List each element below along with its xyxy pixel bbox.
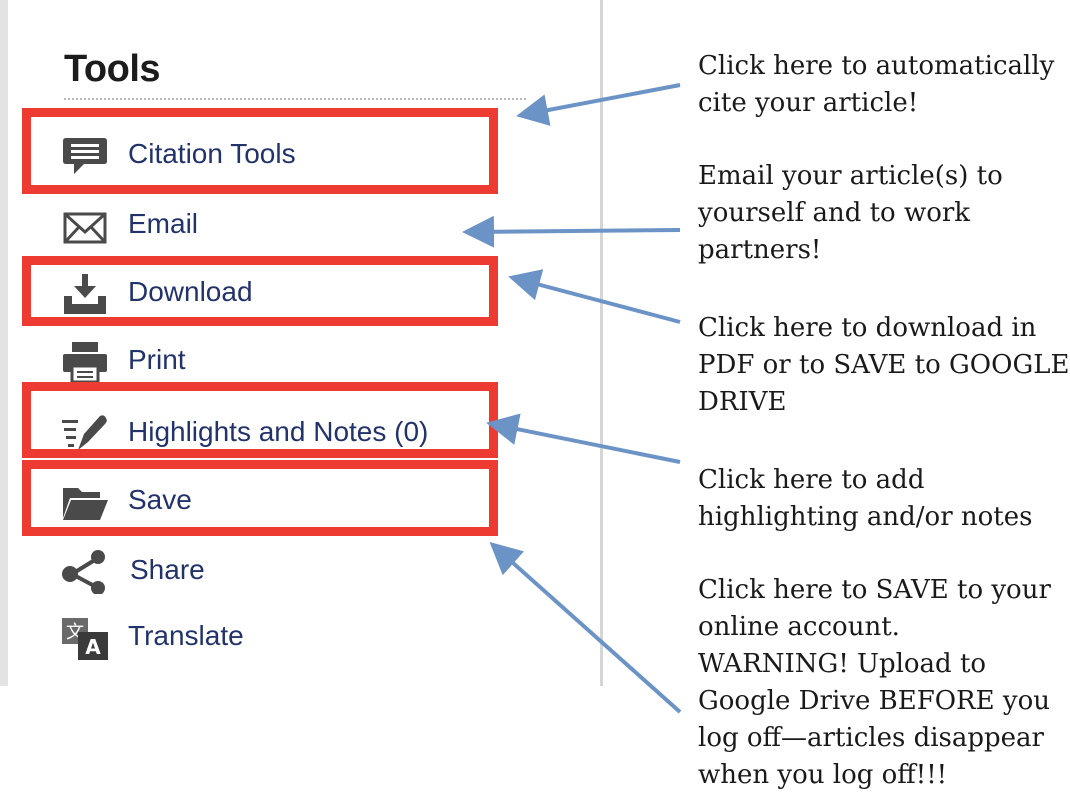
print-link[interactable]: Print — [60, 336, 500, 386]
panel-title: Tools — [64, 48, 161, 90]
email-label: Email — [128, 208, 199, 239]
callout-email: Email your article(s) to yourself and to… — [698, 161, 1003, 265]
svg-text:A: A — [85, 635, 101, 659]
share-label: Share — [130, 554, 205, 585]
callout-download: Click here to download in PDF or to SAVE… — [698, 313, 1070, 417]
email-link[interactable]: Email — [60, 200, 500, 250]
envelope-icon — [60, 204, 110, 248]
left-border-strip — [0, 0, 8, 686]
printer-icon — [60, 340, 110, 384]
citation-tools-highlight-box — [22, 108, 498, 194]
highlights-notes-highlight-box — [22, 382, 498, 458]
callout-cite: Click here to automatically cite your ar… — [698, 51, 1055, 118]
callout-highlight: Click here to add highlighting and/or no… — [698, 465, 1033, 532]
download-highlight-box — [22, 256, 498, 326]
translate-icon: 文 A — [60, 616, 110, 660]
translate-link[interactable]: 文 A Translate — [60, 612, 500, 662]
share-link[interactable]: Share — [60, 546, 500, 596]
title-divider — [64, 98, 526, 100]
tools-panel: Tools Citation Tools Email Download Prin… — [8, 0, 603, 686]
share-icon — [60, 550, 110, 594]
save-highlight-box — [22, 460, 498, 536]
print-label: Print — [128, 344, 186, 375]
callout-save: Click here to SAVE to your online accoun… — [698, 575, 1051, 790]
translate-label: Translate — [128, 620, 244, 651]
